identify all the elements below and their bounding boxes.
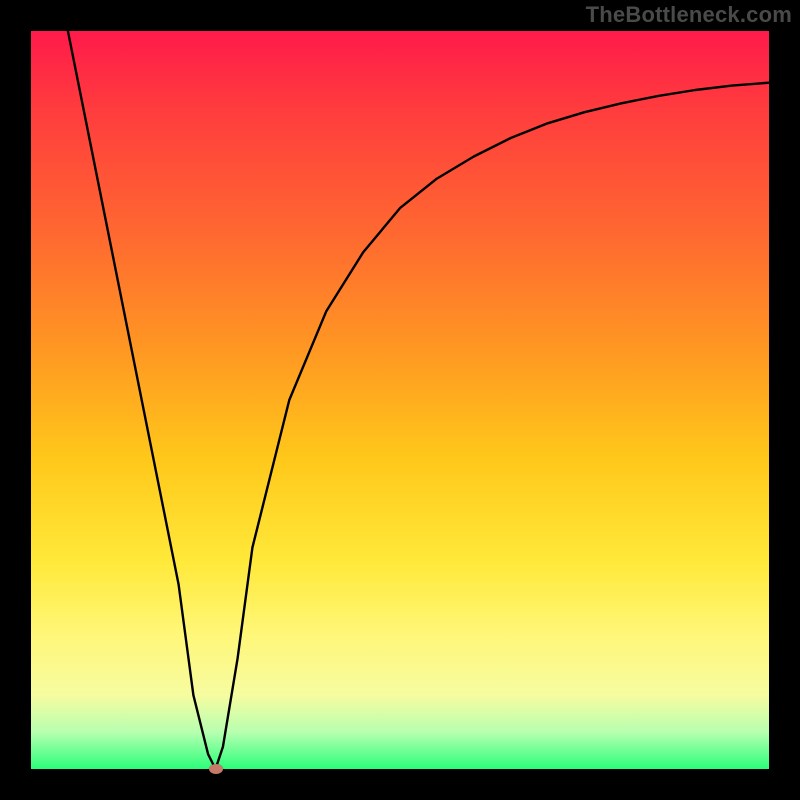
bottleneck-curve	[31, 31, 769, 769]
chart-frame: TheBottleneck.com	[0, 0, 800, 800]
plot-area	[31, 31, 769, 769]
watermark-text: TheBottleneck.com	[586, 2, 792, 28]
minimum-marker	[209, 764, 223, 774]
